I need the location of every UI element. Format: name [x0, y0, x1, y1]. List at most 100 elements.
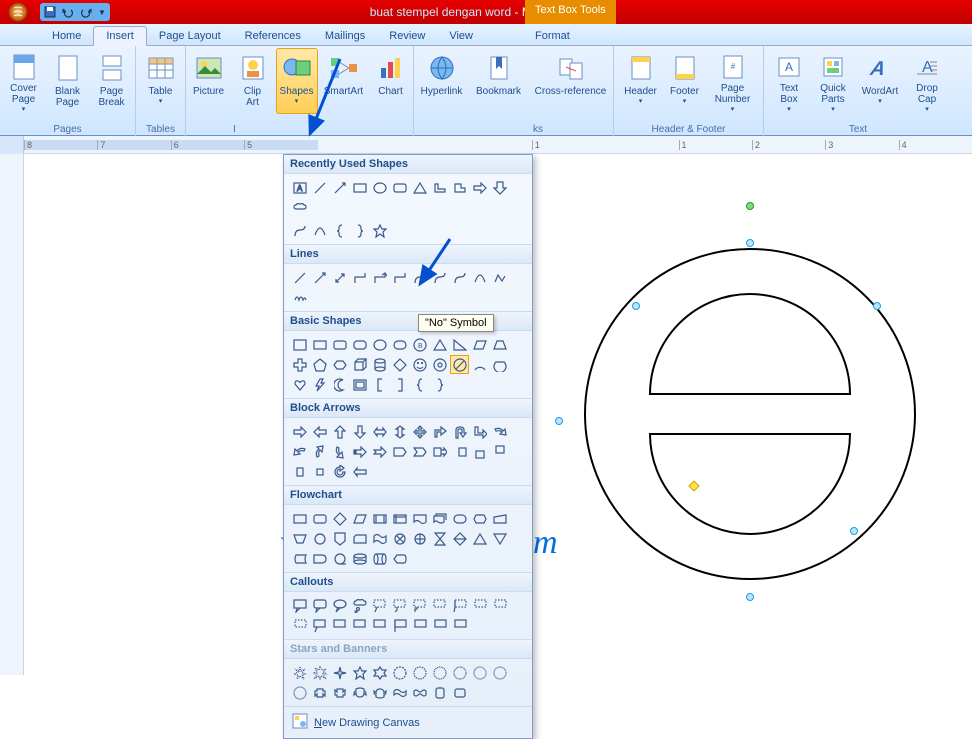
callout-line3[interactable] — [410, 596, 429, 615]
line-elbow-arrow[interactable] — [370, 268, 389, 287]
basic-parallelogram[interactable] — [470, 335, 489, 354]
callout-border4[interactable] — [370, 616, 389, 635]
tab-home[interactable]: Home — [40, 27, 93, 45]
text-box-button[interactable]: A Text Box▾ — [768, 48, 810, 114]
basic-heart[interactable] — [290, 375, 309, 394]
callout-border-accent1[interactable] — [390, 616, 409, 635]
basic-donut[interactable] — [430, 355, 449, 374]
arrow-quad[interactable] — [410, 422, 429, 441]
banner-vscroll[interactable] — [430, 683, 449, 702]
fc-internal[interactable] — [390, 509, 409, 528]
star-explosion1[interactable] — [290, 663, 309, 682]
fc-process[interactable] — [290, 509, 309, 528]
star-16pt[interactable] — [470, 663, 489, 682]
tab-view[interactable]: View — [437, 27, 485, 45]
basic-snip-rect[interactable] — [350, 335, 369, 354]
fc-data[interactable] — [350, 509, 369, 528]
fc-card[interactable] — [350, 529, 369, 548]
redo-icon[interactable] — [80, 6, 92, 18]
callout-border-accent3[interactable] — [430, 616, 449, 635]
basic-pentagon[interactable] — [310, 355, 329, 374]
fc-terminator[interactable] — [450, 509, 469, 528]
fc-decision[interactable] — [330, 509, 349, 528]
callout-line2[interactable] — [390, 596, 409, 615]
vertical-ruler[interactable] — [0, 154, 24, 675]
arrow-left[interactable] — [310, 422, 329, 441]
arrow-bent[interactable] — [430, 422, 449, 441]
callout-border-accent2[interactable] — [410, 616, 429, 635]
star-12pt[interactable] — [450, 663, 469, 682]
callout-border3[interactable] — [350, 616, 369, 635]
shape-curve[interactable] — [310, 221, 329, 240]
star-10pt[interactable] — [430, 663, 449, 682]
fc-connector[interactable] — [310, 529, 329, 548]
callout-line4[interactable] — [430, 596, 449, 615]
shape-right-brace[interactable] — [350, 221, 369, 240]
basic-circle-b[interactable]: B — [410, 335, 429, 354]
star-8pt[interactable] — [410, 663, 429, 682]
undo-icon[interactable] — [62, 6, 74, 18]
arrow-leftright[interactable] — [370, 422, 389, 441]
basic-oval[interactable] — [370, 335, 389, 354]
table-button[interactable]: Table▾ — [140, 48, 182, 114]
banner-ribbon-u[interactable] — [310, 683, 329, 702]
basic-right-bracket[interactable] — [390, 375, 409, 394]
fc-manual-op[interactable] — [290, 529, 309, 548]
arrow-callout-l[interactable] — [450, 442, 469, 461]
arrow-notched[interactable] — [370, 442, 389, 461]
basic-round-rect[interactable] — [330, 335, 349, 354]
line-arrow[interactable] — [310, 268, 329, 287]
shape-l-shape2[interactable] — [450, 178, 469, 197]
arrow-curved-l[interactable] — [290, 442, 309, 461]
fc-junction[interactable] — [390, 529, 409, 548]
shape-oval[interactable] — [370, 178, 389, 197]
tab-format[interactable]: Format — [523, 27, 582, 45]
handle-bottom[interactable] — [746, 593, 754, 601]
document-area[interactable]: Recently Used Shapes A Lines — [0, 154, 972, 675]
fc-display[interactable] — [390, 549, 409, 568]
quick-parts-button[interactable]: Quick Parts▾ — [812, 48, 854, 114]
fc-prep[interactable] — [470, 509, 489, 528]
basic-arc[interactable] — [470, 355, 489, 374]
rotate-handle[interactable] — [746, 202, 754, 210]
tab-references[interactable]: References — [233, 27, 313, 45]
callout-accent3[interactable] — [490, 596, 509, 615]
shape-text-box[interactable]: A — [290, 178, 309, 197]
fc-alt-process[interactable] — [310, 509, 329, 528]
office-button[interactable] — [0, 0, 36, 24]
fc-tape[interactable] — [370, 529, 389, 548]
basic-smiley[interactable] — [410, 355, 429, 374]
banner-hscroll[interactable] — [450, 683, 469, 702]
page-number-button[interactable]: # Page Number▾ — [708, 48, 758, 114]
callout-border1[interactable] — [310, 616, 329, 635]
basic-cube[interactable] — [350, 355, 369, 374]
arrow-callout-quad[interactable] — [310, 462, 329, 481]
header-button[interactable]: Header▾ — [620, 48, 662, 114]
shape-l-shape[interactable] — [430, 178, 449, 197]
basic-plus[interactable] — [290, 355, 309, 374]
line-freeform[interactable] — [490, 268, 509, 287]
callout-cloud[interactable] — [350, 596, 369, 615]
line-curve2[interactable] — [470, 268, 489, 287]
basic-trapezoid[interactable] — [490, 335, 509, 354]
basic-diamond[interactable] — [390, 355, 409, 374]
basic-moon[interactable] — [330, 375, 349, 394]
shape-triangle[interactable] — [410, 178, 429, 197]
basic-triangle[interactable] — [430, 335, 449, 354]
star-4pt[interactable] — [330, 663, 349, 682]
arrow-right[interactable] — [290, 422, 309, 441]
footer-button[interactable]: Footer▾ — [664, 48, 706, 114]
basic-right-triangle[interactable] — [450, 335, 469, 354]
arrow-down[interactable] — [350, 422, 369, 441]
save-icon[interactable] — [44, 6, 56, 18]
cover-page-button[interactable]: Cover Page▾ — [3, 48, 45, 114]
basic-text-box[interactable] — [290, 335, 309, 354]
basic-left-bracket[interactable] — [370, 375, 389, 394]
drop-cap-button[interactable]: A Drop Cap▾ — [906, 48, 948, 114]
arrow-callout-r[interactable] — [430, 442, 449, 461]
shape-right-arrow[interactable] — [470, 178, 489, 197]
arrow-striped[interactable] — [350, 442, 369, 461]
arrow-callout-d[interactable] — [490, 442, 509, 461]
callout-border-accent4[interactable] — [450, 616, 469, 635]
basic-rect[interactable] — [310, 335, 329, 354]
